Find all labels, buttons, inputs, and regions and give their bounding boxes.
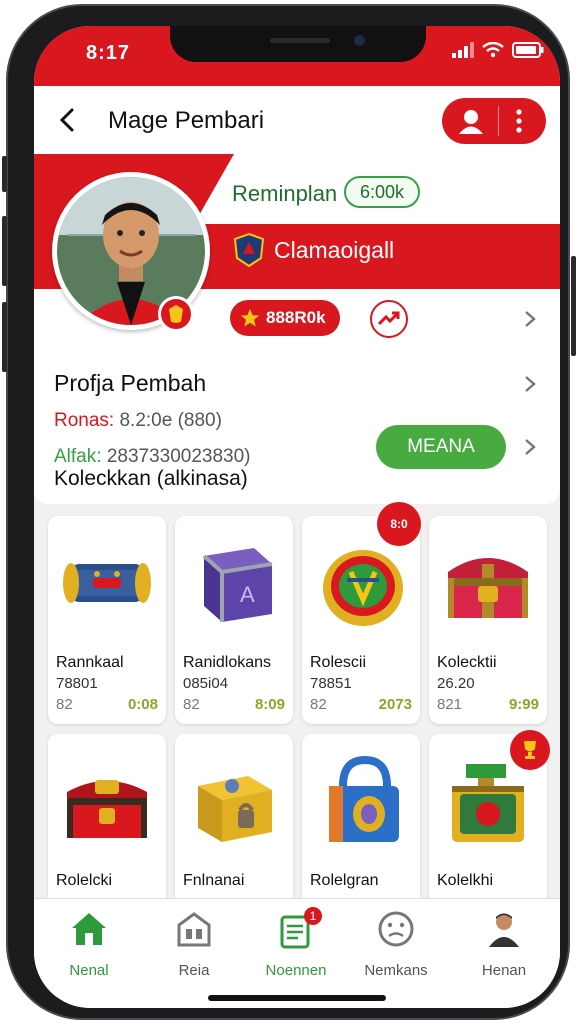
rating-value: 888R0k — [266, 308, 326, 327]
chevron-right-icon[interactable] — [522, 437, 538, 457]
transfer-button[interactable] — [370, 300, 408, 338]
nav-item-emotes[interactable]: Nemkans — [356, 909, 436, 979]
nav-label: Nemkans — [364, 962, 428, 979]
treasure-scroll-icon — [63, 563, 151, 603]
section-title: Profja Pembah — [54, 370, 207, 396]
front-camera — [354, 35, 365, 46]
phone-frame: 8:17 Mage Pembari Reminplan 6:00k Clamao… — [2, 4, 576, 1020]
nav-item-profile[interactable]: Henan — [464, 909, 544, 979]
nav-label: Henan — [481, 962, 527, 979]
page-title: Mage Pembari — [108, 107, 265, 134]
item-name: Rolelcki — [56, 872, 113, 889]
item-name: Rannkaal — [56, 654, 124, 671]
item-name: Ranidlokans — [183, 654, 272, 671]
item-name: Fnlnanai — [183, 872, 245, 889]
nav-label: Reia — [178, 962, 210, 979]
primary-action-button[interactable]: MEANA — [376, 425, 506, 469]
svg-text:A: A — [240, 582, 255, 607]
trophy-tag-icon — [510, 730, 550, 770]
divider — [498, 106, 499, 136]
item-code: 26.20 — [437, 675, 475, 692]
more-vertical-icon[interactable] — [514, 108, 524, 134]
collection-item[interactable]: Rolescii 78851 82 2073 — [302, 516, 420, 724]
battery-icon — [512, 42, 544, 58]
club-badge-icon — [158, 296, 194, 332]
coins-badge: 6:00k — [344, 176, 421, 208]
power-button — [571, 256, 576, 356]
nav-label: Nenal — [69, 962, 109, 979]
screen: 8:17 Mage Pembari Reminplan 6:00k Clamao… — [34, 26, 560, 1008]
mute-switch — [2, 156, 7, 192]
nav-item-notes[interactable]: 1 Noennen — [256, 907, 336, 979]
collection-item[interactable]: A Ranidlokans 085i04 82 8:09 — [175, 516, 293, 724]
home-indicator[interactable] — [208, 995, 386, 1001]
rating-badge[interactable]: 888R0k — [230, 300, 340, 336]
nav-label: Noennen — [265, 962, 327, 979]
collection-item[interactable]: Kolecktii 26.20 821 9:99 — [429, 516, 547, 724]
golden-shield-icon — [323, 550, 403, 626]
item-qty: 82 — [183, 696, 200, 713]
item-qty: 821 — [437, 696, 463, 713]
item-code: 085i04 — [183, 675, 229, 692]
discount-tag: 8:0 — [377, 502, 421, 546]
store-icon — [177, 912, 211, 947]
app-bar: Mage Pembari — [34, 86, 560, 154]
item-code: 78851 — [310, 675, 352, 692]
bottom-nav: Nenal Reia 1 Noennen Nemkans Henan — [34, 898, 560, 1008]
chevron-right-icon[interactable] — [522, 309, 538, 329]
item-price: 9:99 — [508, 696, 539, 713]
player-name: Reminplan — [232, 181, 338, 206]
face-icon — [378, 911, 414, 947]
locked-chest-icon — [198, 776, 272, 842]
volume-up-button — [2, 216, 7, 286]
collection-title: Koleckkan (alkinasa) — [54, 467, 248, 490]
wifi-icon — [482, 42, 504, 58]
chevron-right-icon[interactable] — [522, 374, 538, 394]
signal-icon — [452, 42, 474, 58]
red-chest-icon — [448, 558, 528, 618]
item-qty: 82 — [56, 696, 73, 713]
volume-down-button — [2, 302, 7, 372]
id-label: Alfak: — [54, 446, 102, 467]
bonus-value: 8.2:0e (880) — [119, 410, 222, 431]
item-name: Kolelkhi — [437, 872, 494, 889]
item-price: 2073 — [378, 696, 412, 713]
blue-padlock-icon — [329, 755, 399, 842]
item-name: Rolescii — [310, 654, 367, 671]
user-icon[interactable] — [456, 107, 486, 135]
status-time: 8:17 — [86, 42, 131, 64]
nav-item-home[interactable]: Nenal — [49, 909, 129, 979]
club-name: Clamaoigall — [274, 237, 395, 263]
profile-icon — [489, 913, 519, 947]
status-bar: 8:17 — [34, 26, 560, 86]
item-price: 0:08 — [127, 696, 158, 713]
notification-badge: 1 — [304, 907, 322, 925]
id-value: 2837330023830) — [106, 446, 251, 467]
club-shield-icon — [233, 232, 265, 268]
profile-card: Reminplan 6:00k Clamaoigall 888R0k Profj… — [34, 154, 560, 504]
item-code: 78801 — [56, 675, 98, 692]
red-trunk-icon — [67, 780, 147, 838]
home-icon — [72, 913, 106, 945]
bonus-line: Ronas: 8.2:0e (880) — [54, 410, 222, 432]
item-price: 8:09 — [254, 696, 285, 713]
item-name: Rolelgran — [310, 872, 379, 889]
status-icons — [452, 42, 544, 58]
notch — [170, 26, 426, 62]
nav-item-store[interactable]: Reia — [154, 909, 234, 979]
header-actions — [442, 98, 546, 144]
back-arrow-icon[interactable] — [54, 104, 82, 136]
speaker — [270, 38, 330, 43]
bonus-label: Ronas: — [54, 410, 115, 431]
item-qty: 82 — [310, 696, 327, 713]
item-name: Kolecktii — [437, 654, 497, 671]
star-icon — [241, 309, 259, 327]
id-line: Alfak: 2837330023830) — [54, 446, 251, 468]
rune-box-icon: A — [202, 548, 273, 622]
discount-tag-label: 8:0 — [390, 517, 408, 531]
transfer-icon — [377, 311, 400, 326]
collection-item[interactable]: Rannkaal 78801 82 0:08 — [48, 516, 166, 724]
